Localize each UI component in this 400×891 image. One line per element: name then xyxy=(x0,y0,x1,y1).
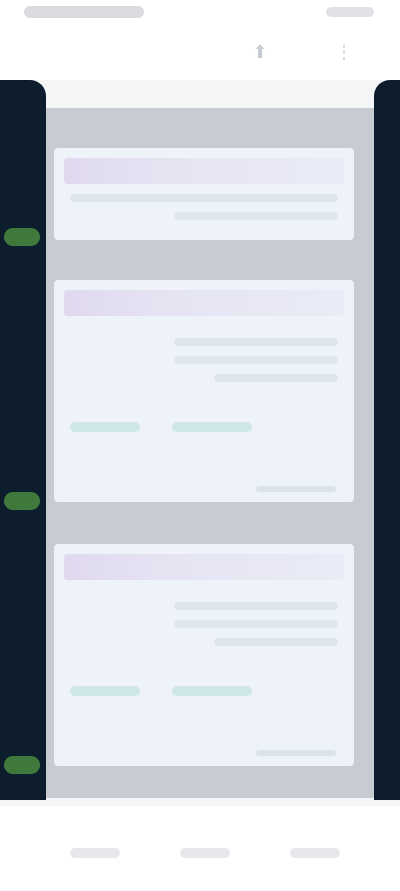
card-header xyxy=(64,290,344,316)
status-icons xyxy=(326,7,374,17)
status-time xyxy=(24,6,144,18)
card-chip xyxy=(70,422,140,432)
list-card[interactable] xyxy=(54,148,354,240)
card-line xyxy=(174,212,338,220)
home-icon[interactable] xyxy=(70,848,120,858)
card-list xyxy=(46,108,374,798)
card-line xyxy=(214,638,338,646)
status-bar xyxy=(0,0,400,28)
card-line xyxy=(70,194,338,202)
profile-icon[interactable] xyxy=(290,848,340,858)
card-chip xyxy=(172,686,253,696)
card-line xyxy=(174,338,338,346)
card-header xyxy=(64,554,344,580)
left-rail xyxy=(0,80,46,800)
card-footer xyxy=(256,750,336,756)
card-line xyxy=(174,620,338,628)
right-rail xyxy=(374,80,400,800)
share-icon[interactable]: ⬆ xyxy=(246,38,274,66)
more-icon[interactable]: ⋮ xyxy=(330,38,358,66)
rail-marker xyxy=(4,756,40,774)
top-toolbar: ⬆ ⋮ xyxy=(0,28,400,80)
rail-marker xyxy=(4,228,40,246)
rail-marker xyxy=(4,492,40,510)
list-card[interactable] xyxy=(54,544,354,766)
list-card[interactable] xyxy=(54,280,354,502)
card-header xyxy=(64,158,344,184)
card-line xyxy=(174,602,338,610)
card-line xyxy=(174,356,338,364)
bottom-nav xyxy=(0,806,400,891)
card-line xyxy=(214,374,338,382)
card-footer xyxy=(256,486,336,492)
card-chip xyxy=(172,422,253,432)
search-icon[interactable] xyxy=(180,848,230,858)
card-chip xyxy=(70,686,140,696)
